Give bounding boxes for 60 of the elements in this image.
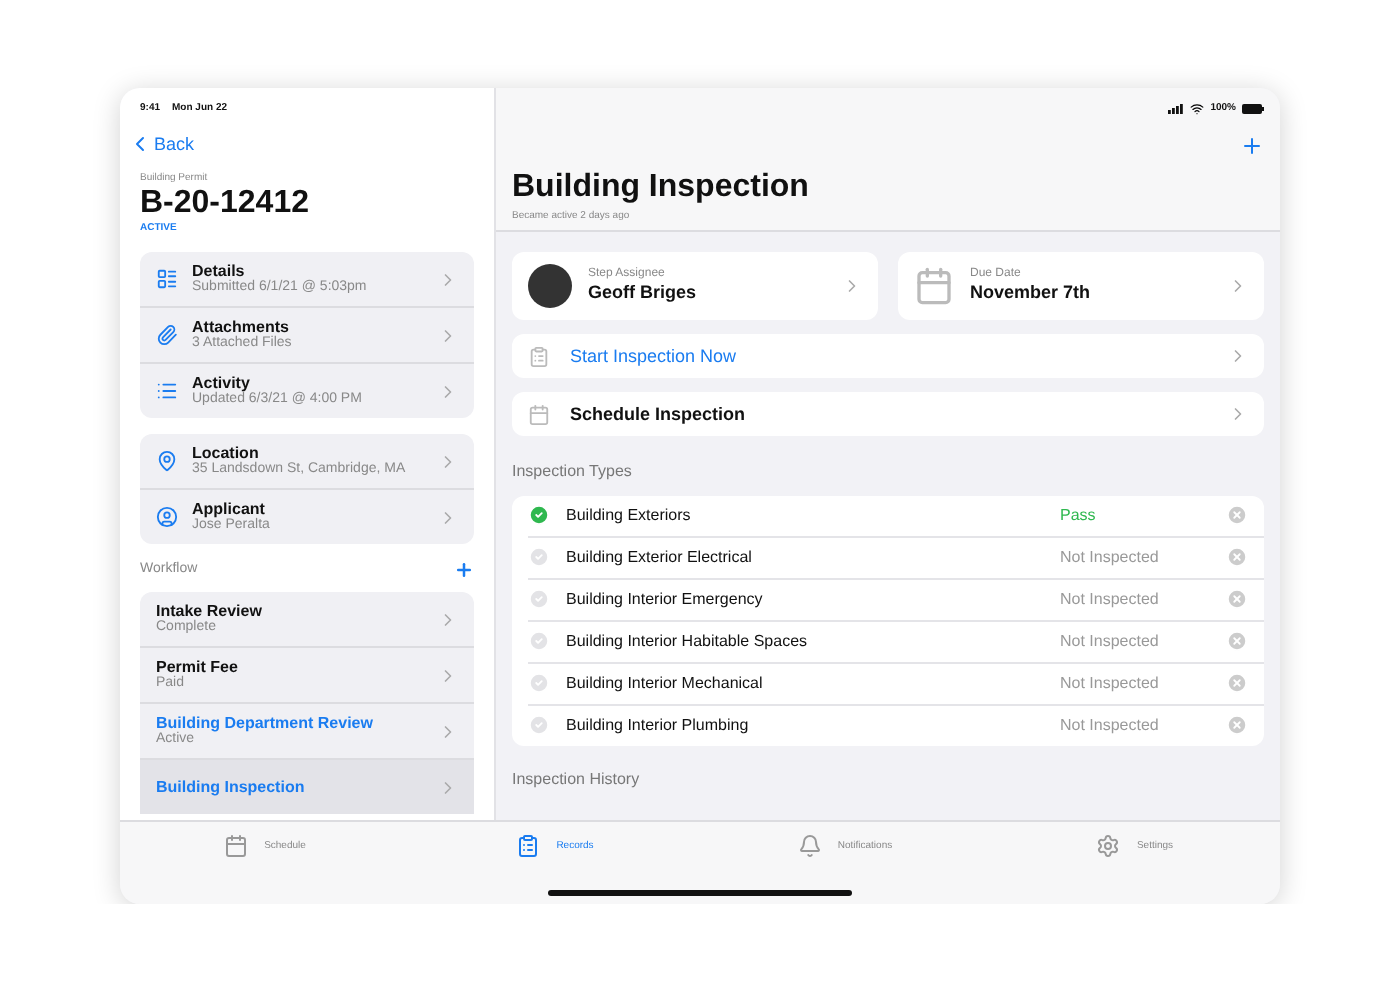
inspection-name: Building Interior Emergency <box>566 589 765 610</box>
inspection-name: Building Exteriors <box>566 505 693 526</box>
section-title: Inspection Types <box>512 462 634 482</box>
card-value: November 7th <box>970 282 1093 305</box>
calendar-icon <box>528 403 550 426</box>
card-value: Geoff Briges <box>588 282 699 305</box>
paperclip-icon <box>156 324 178 347</box>
remove-icon[interactable] <box>1226 588 1248 611</box>
settings-icon <box>1096 834 1121 858</box>
remove-icon[interactable] <box>1226 504 1248 527</box>
inspection-status: Pass <box>1060 505 1098 526</box>
remove-icon[interactable] <box>1226 630 1248 653</box>
wifi-icon <box>1190 101 1205 115</box>
workflow-title: Building Inspection <box>156 777 307 797</box>
workflow-title: Intake Review <box>156 601 264 620</box>
row-title[interactable]: Location <box>192 443 424 463</box>
signal-icon <box>1168 103 1185 113</box>
section-title: Inspection History <box>512 769 642 789</box>
action-row[interactable]: Schedule Inspection <box>512 392 1264 437</box>
check-icon[interactable] <box>528 504 550 527</box>
inspection-status: Not Inspected <box>1060 631 1161 652</box>
user-icon <box>156 506 178 529</box>
remove-icon[interactable] <box>1226 714 1248 737</box>
battery-icon <box>1242 103 1264 113</box>
record-number: B-20-12412 <box>140 184 311 223</box>
add-icon[interactable] <box>454 560 474 581</box>
form-icon <box>156 268 178 291</box>
inspection-name: Building Interior Habitable Spaces <box>566 631 810 652</box>
inspection-status: Not Inspected <box>1060 547 1161 568</box>
inspection-status: Not Inspected <box>1060 715 1161 736</box>
checklist-icon <box>528 345 550 368</box>
calendar-icon <box>914 266 954 307</box>
check-icon[interactable] <box>528 546 550 569</box>
row-title[interactable]: Activity <box>192 373 424 393</box>
page-title: Building Inspection <box>512 168 811 207</box>
check-icon[interactable] <box>528 672 550 695</box>
inspection-status: Not Inspected <box>1060 589 1161 610</box>
inspection-name: Building Interior Plumbing <box>566 715 751 736</box>
action-row[interactable]: Start Inspection Now <box>512 334 1264 379</box>
avatar <box>528 264 572 309</box>
row-title[interactable]: Details <box>192 261 424 281</box>
inspection-name: Building Interior Mechanical <box>566 673 765 694</box>
row-title[interactable]: Attachments <box>192 317 424 337</box>
check-icon[interactable] <box>528 588 550 611</box>
action-label: Schedule Inspection <box>570 403 748 426</box>
back-link[interactable]: Back <box>128 132 474 156</box>
check-icon[interactable] <box>528 630 550 653</box>
workflow-title: Building Department Review <box>156 713 375 732</box>
pin-icon <box>156 450 178 473</box>
row-title[interactable]: Applicant <box>192 499 424 519</box>
action-label: Start Inspection Now <box>570 345 739 368</box>
remove-icon[interactable] <box>1226 546 1248 569</box>
workflow-title: Permit Fee <box>156 657 240 676</box>
inspection-name: Building Exterior Electrical <box>566 547 754 568</box>
bell-icon <box>797 834 822 858</box>
remove-icon[interactable] <box>1226 672 1248 695</box>
calendar-icon <box>224 834 249 858</box>
check-icon[interactable] <box>528 714 550 737</box>
inspection-status: Not Inspected <box>1060 673 1161 694</box>
add-icon[interactable] <box>1240 134 1264 158</box>
